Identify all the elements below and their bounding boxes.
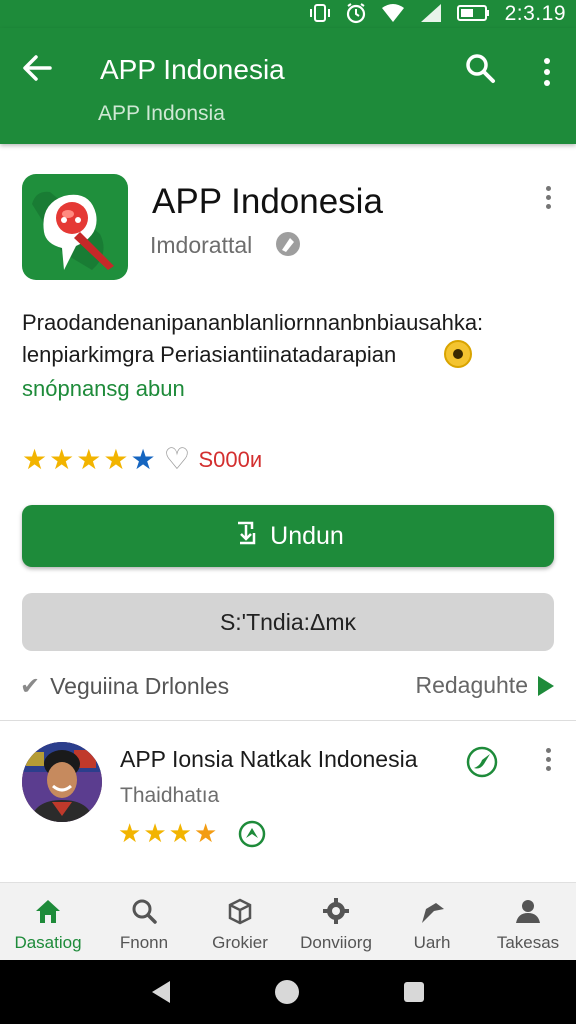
nav-item-box[interactable]: Grokier [192,883,288,960]
heart-icon[interactable]: ♡ [164,442,191,477]
verify-info[interactable]: ✔ Veguiina Drlonles [20,672,229,701]
verified-check-icon[interactable] [466,746,498,778]
nav-item-settings[interactable]: Donviiorg [288,883,384,960]
signal-icon [419,3,443,26]
rating-count: S000и [198,446,263,472]
nav-label: Fnonn [119,933,169,952]
wifi-icon [381,3,405,26]
nav-item-share[interactable]: Uarh [384,883,480,960]
search-icon [132,899,157,924]
related-label: Redaguhte [415,672,528,698]
vibrate-icon [309,3,331,26]
nav-label: Donviiorg [300,933,372,952]
description-line-1: Praodandenanipananblanliornnanbnbiausahk… [22,310,484,335]
system-nav-bar [0,960,576,1024]
star-icon: ★ [193,818,218,848]
app-logo-icon [22,174,128,280]
rating-row: ★ ★ ★ ★ ★ ♡ S000и [22,442,262,477]
nav-label: Dasatiog [14,933,82,952]
divider [0,720,576,721]
download-icon [232,519,260,554]
read-more-link[interactable]: snópnansg abun [22,376,185,402]
description-line-2: lenpiarkimgra Periasiantiinatadarapian [22,342,397,367]
review-more-icon[interactable] [538,748,558,778]
back-arrow-icon[interactable] [18,50,58,90]
nav-label: Grokier [212,933,268,952]
app-bar-title: APP Indonesia [100,54,285,85]
overflow-menu-icon[interactable] [532,52,562,92]
star-icon: ★ [103,444,129,475]
avatar[interactable] [22,742,102,822]
person-icon [516,900,540,923]
app-bar-subtitle: APP Indonsia [98,102,225,125]
system-back-icon[interactable] [152,981,171,1003]
shield-badge-icon [238,820,266,848]
nav-item-profile[interactable]: Takesas [480,883,576,960]
install-button[interactable]: Undun [22,505,554,567]
battery-icon [456,4,491,25]
verified-badge-icon [274,230,302,258]
status-time: 2:3.19 [504,2,566,25]
nav-label: Uarh [413,933,451,952]
app-bar: APP Indonesia APP Indonsia [0,28,576,144]
app-more-icon[interactable] [538,186,558,216]
box-icon [228,898,252,925]
star-icon: ★ [76,444,102,475]
secondary-button[interactable]: S:'Tndia:Δmĸ [22,593,554,651]
verify-label: Veguiina Drlonles [50,673,230,699]
nav-item-home[interactable]: Dasatiog [0,883,96,960]
review-title: APP Ionsia Natkak Indonesia [120,746,418,772]
review-stars: ★ ★ ★ ★ [118,818,217,849]
related-link[interactable]: Redaguhte [415,672,554,699]
review-subtitle: Thaidhatıa [120,784,220,807]
star-icon: ★ [22,444,48,475]
system-recents-icon[interactable] [403,982,424,1002]
share-icon [422,903,444,923]
app-name: APP Indonesia [152,182,383,221]
gear-icon [323,898,349,924]
star-icon: ★ [143,818,167,848]
home-icon [36,900,60,923]
status-bar: 2:3.19 [0,0,576,28]
nav-label: Takesas [496,933,560,952]
play-icon [538,675,554,696]
alarm-icon [345,2,367,27]
system-home-icon[interactable] [274,980,299,1004]
developer-name[interactable]: Imdorattal [150,232,252,259]
star-icon: ★ [130,444,156,475]
star-icon: ★ [49,444,75,475]
bottom-nav: Dasatiog Fnonn Grokier Donviiorg Uarh Ta… [0,882,576,960]
star-icon: ★ [168,818,192,848]
search-icon[interactable] [462,50,502,90]
award-badge-icon [444,340,472,368]
nav-item-search[interactable]: Fnonn [96,883,192,960]
install-label: Undun [270,521,344,550]
star-icon: ★ [118,818,142,848]
check-icon: ✔ [20,673,41,700]
